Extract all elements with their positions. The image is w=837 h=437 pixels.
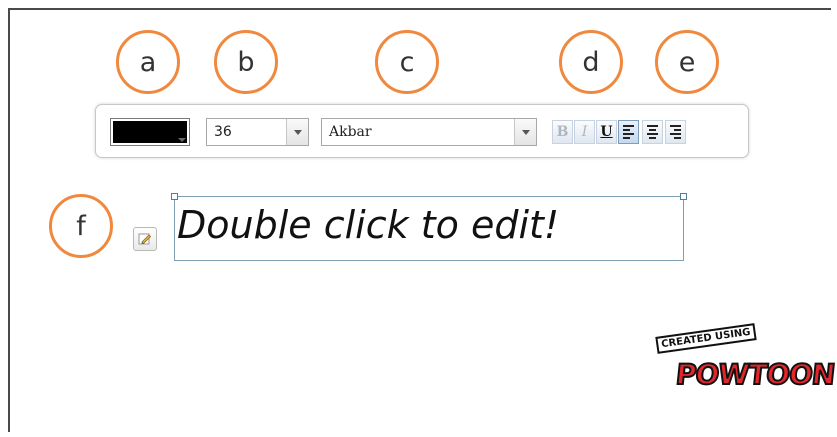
bold-button[interactable]: B bbox=[552, 120, 573, 144]
italic-button[interactable]: I bbox=[574, 120, 595, 144]
resize-handle-top-right[interactable] bbox=[680, 193, 687, 200]
badge-letter: b bbox=[237, 46, 255, 78]
underline-button[interactable]: U bbox=[596, 120, 617, 144]
italic-label: I bbox=[581, 124, 588, 140]
align-right-button[interactable] bbox=[665, 120, 686, 144]
align-center-icon bbox=[647, 125, 658, 139]
font-size-dropdown-button[interactable] bbox=[286, 119, 308, 145]
font-size-value: 36 bbox=[214, 124, 232, 140]
badge-letter: f bbox=[76, 210, 86, 242]
align-left-icon bbox=[623, 125, 634, 139]
badge-letter: a bbox=[139, 46, 157, 78]
text-color-picker[interactable] bbox=[110, 118, 190, 146]
align-center-button[interactable] bbox=[642, 120, 663, 144]
label-badge-d: d bbox=[559, 30, 623, 94]
badge-letter: c bbox=[399, 46, 415, 78]
chevron-down-icon bbox=[293, 129, 302, 135]
bold-label: B bbox=[556, 124, 569, 140]
logo-wordmark: POWTOON bbox=[673, 357, 837, 392]
align-right-icon bbox=[670, 125, 681, 139]
label-badge-a: a bbox=[116, 30, 180, 94]
label-badge-e: e bbox=[655, 30, 719, 94]
label-badge-b: b bbox=[214, 30, 278, 94]
font-family-select[interactable]: Akbar bbox=[321, 118, 537, 146]
edit-pencil-icon[interactable] bbox=[133, 227, 157, 251]
underline-label: U bbox=[600, 124, 613, 140]
label-badge-f: f bbox=[49, 194, 113, 258]
font-family-dropdown-button[interactable] bbox=[514, 119, 536, 145]
text-box[interactable]: Double click to edit! bbox=[171, 193, 687, 261]
chevron-down-icon bbox=[521, 129, 530, 135]
badge-letter: d bbox=[582, 46, 600, 78]
font-family-value: Akbar bbox=[329, 124, 372, 140]
text-format-toolbar: 36 Akbar B I U bbox=[95, 104, 749, 158]
label-badge-c: c bbox=[375, 30, 439, 94]
font-size-select[interactable]: 36 bbox=[206, 118, 309, 146]
powtoon-logo: CREATED USING POWTOON bbox=[650, 323, 837, 402]
resize-handle-top-left[interactable] bbox=[171, 193, 178, 200]
text-box-content[interactable]: Double click to edit! bbox=[177, 203, 559, 247]
chevron-down-icon bbox=[178, 138, 186, 142]
color-swatch bbox=[113, 121, 187, 143]
align-left-button[interactable] bbox=[618, 120, 639, 144]
badge-letter: e bbox=[678, 46, 696, 78]
